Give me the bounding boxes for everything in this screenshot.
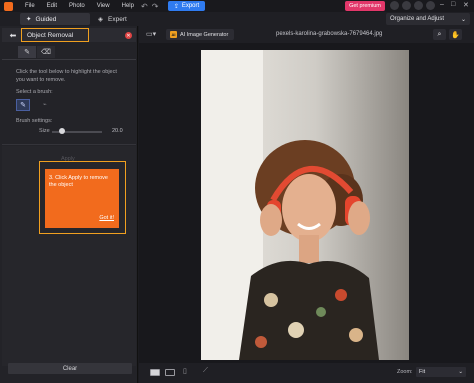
- menu-photo[interactable]: Photo: [69, 3, 85, 9]
- size-label: Size: [39, 128, 50, 134]
- zoom-select[interactable]: Fit ⌄: [416, 367, 466, 377]
- brush-size-icon[interactable]: ⌁: [43, 101, 47, 108]
- panel-title: Object Removal: [21, 28, 89, 42]
- compare-view-icon[interactable]: [165, 369, 175, 376]
- app-logo-icon: [4, 1, 13, 11]
- window-close-icon[interactable]: ✕: [463, 1, 469, 9]
- brush-tab-icon[interactable]: ✎: [18, 46, 36, 58]
- get-premium-button[interactable]: Get premium: [345, 1, 385, 11]
- hand-tool-icon[interactable]: ✋: [449, 29, 462, 40]
- menu-file[interactable]: File: [25, 3, 35, 9]
- zoom-label: Zoom:: [397, 369, 413, 375]
- file-name: pexels-karolina-grabowska-7679464.jpg: [276, 31, 383, 37]
- tool-tabs: ✎ ⌫: [18, 46, 55, 58]
- status-bar: ▯ ⟋ Zoom: Fit ⌄: [139, 363, 474, 383]
- help-icon[interactable]: [426, 1, 435, 10]
- panel-header: ⬅ Object Removal ✕: [2, 28, 136, 42]
- select-brush-label: Select a brush:: [16, 89, 53, 95]
- chevron-down-icon: ⌄: [458, 369, 463, 375]
- undo-redo-group: ↶↷: [141, 2, 162, 11]
- divider: [2, 144, 136, 145]
- undo-icon[interactable]: ↶: [141, 2, 152, 11]
- search-zoom-icon[interactable]: ⌕: [433, 29, 446, 40]
- brush-icon[interactable]: ✎: [16, 99, 30, 111]
- tooltip-text: 3. Click Apply to remove the object: [49, 175, 108, 188]
- object-removal-panel: ⬅ Object Removal ✕ ✎ ⌫ Click the tool be…: [0, 26, 138, 383]
- settings-icon[interactable]: [414, 1, 423, 10]
- menu-help[interactable]: Help: [122, 3, 134, 9]
- folder-icon[interactable]: ▭▾: [146, 30, 156, 38]
- menu-view[interactable]: View: [97, 3, 110, 9]
- size-slider-handle[interactable]: [59, 128, 65, 134]
- organize-adjust-dropdown[interactable]: Organize and Adjust ⌄: [386, 13, 470, 25]
- eraser-tab-icon[interactable]: ⌫: [37, 46, 55, 58]
- guided-mode-tab[interactable]: ✦ Guided: [20, 13, 90, 25]
- got-it-link[interactable]: Got it!: [99, 215, 114, 222]
- crop-icon[interactable]: ⟋: [203, 367, 208, 375]
- redo-icon[interactable]: ↷: [152, 2, 163, 11]
- ai-image-generator-button[interactable]: AI AI Image Generator: [166, 29, 234, 40]
- expert-layers-icon: ◈: [98, 16, 103, 23]
- tab-divider: [2, 59, 136, 60]
- notification-icon[interactable]: [390, 1, 399, 10]
- close-icon[interactable]: ✕: [125, 32, 132, 39]
- expert-mode-tab[interactable]: ◈ Expert: [98, 13, 127, 25]
- single-view-icon[interactable]: [150, 369, 160, 376]
- photo-canvas[interactable]: [201, 50, 409, 360]
- menu-edit[interactable]: Edit: [47, 3, 57, 9]
- account-icon[interactable]: [402, 1, 411, 10]
- portrait-photo: [201, 50, 409, 360]
- chevron-down-icon: ⌄: [460, 16, 466, 23]
- instruction-text: Click the tool below to highlight the ob…: [16, 69, 117, 83]
- minimize-icon[interactable]: –: [440, 1, 444, 8]
- export-button[interactable]: ⇪ Export: [168, 1, 205, 11]
- guide-tooltip: 3. Click Apply to remove the object Got …: [45, 169, 119, 228]
- ai-badge-icon: AI: [170, 31, 177, 38]
- title-icons: [390, 1, 435, 10]
- export-icon: ⇪: [173, 3, 179, 10]
- clear-button[interactable]: Clear: [8, 363, 132, 374]
- layout-icon[interactable]: ▯: [183, 367, 187, 375]
- mode-bar: ✦ Guided ◈ Expert Organize and Adjust ⌄: [0, 12, 474, 26]
- maximize-icon[interactable]: □: [451, 1, 455, 8]
- guided-wand-icon: ✦: [26, 16, 32, 23]
- size-value: 20.0: [112, 128, 123, 134]
- workspace-toolbar: ▭▾ AI AI Image Generator pexels-karolina…: [139, 26, 474, 43]
- back-arrow-icon[interactable]: ⬅: [6, 30, 20, 40]
- brush-settings-label: Brush settings:: [16, 118, 53, 124]
- workspace: ▭▾ AI AI Image Generator pexels-karolina…: [139, 26, 474, 383]
